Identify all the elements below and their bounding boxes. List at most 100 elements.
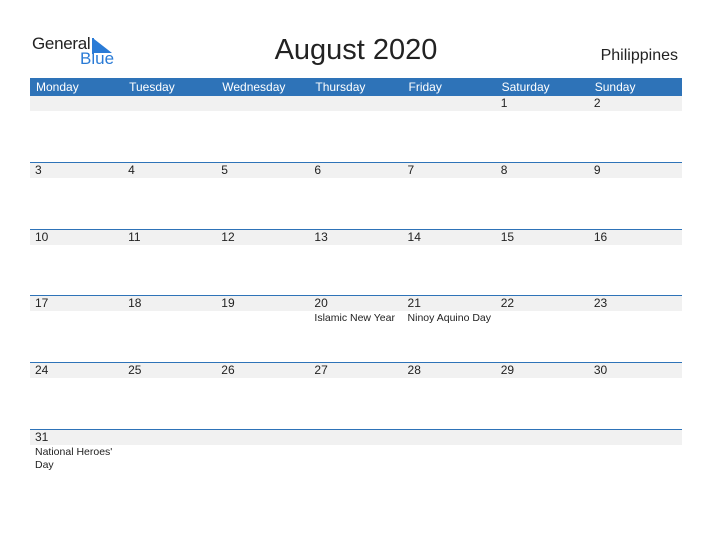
day-cell: 10 [30,230,123,296]
day-cell: 28 [403,363,496,429]
day-cell [123,430,216,496]
day-number [128,430,216,445]
day-cell: 27 [309,363,402,429]
holiday-label: Islamic New Year [314,312,395,324]
day-number: 27 [314,363,328,377]
day-number [594,430,682,445]
day-cell: 2 [589,96,682,162]
day-number [501,430,589,445]
day-number: 8 [500,163,508,177]
day-number: 2 [593,96,601,110]
day-number [128,96,216,111]
day-number: 14 [407,230,421,244]
day-number: 3 [35,163,42,177]
day-number [221,430,309,445]
day-number: 9 [593,163,601,177]
calendar-week: 12 [30,96,682,163]
day-cell: 11 [123,230,216,296]
day-number: 28 [407,363,421,377]
day-cell [216,96,309,162]
day-cell: 3 [30,163,123,229]
day-cell: 13 [309,230,402,296]
day-number: 25 [128,363,142,377]
weekday-tuesday: Tuesday [129,80,175,94]
weekday-sunday: Sunday [594,80,636,94]
day-number: 31 [35,430,49,444]
day-cell: 14 [403,230,496,296]
day-cell: 16 [589,230,682,296]
day-number: 20 [314,296,328,310]
day-number [314,430,402,445]
calendar-week: 31 National Heroes' Day [30,429,682,497]
day-cell [216,430,309,496]
day-number [408,430,496,445]
day-cell: 24 [30,363,123,429]
calendar-week: 24 25 26 27 28 29 30 [30,362,682,430]
weekday-header: Monday Tuesday Wednesday Thursday Friday Satu… [30,78,682,96]
day-cell [403,96,496,162]
day-cell: 30 [589,363,682,429]
day-cell: 15 [496,230,589,296]
day-cell: 18 [123,296,216,362]
day-cell: 19 [216,296,309,362]
day-number: 16 [593,230,608,244]
day-number: 19 [221,296,235,310]
day-number: 1 [500,96,508,110]
day-number [408,96,496,111]
weekday-thursday: Thursday [315,80,366,94]
day-cell: 25 [123,363,216,429]
day-number: 5 [221,163,228,177]
day-cell: 21 Ninoy Aquino Day [403,296,496,362]
calendar-week: 17 18 19 20 Islamic New Year 21 Ninoy Aquino D… [30,295,682,363]
day-number: 30 [593,363,608,377]
day-cell: 26 [216,363,309,429]
holiday-label: National Heroes' Day [35,446,113,471]
holiday-label: Ninoy Aquino Day [407,312,492,324]
day-cell [30,96,123,162]
day-number: 22 [500,296,515,310]
day-cell: 7 [403,163,496,229]
weekday-wednesday: Wednesday [222,80,286,94]
day-number: 6 [314,163,322,177]
day-number: 21 [407,296,421,310]
day-cell: 12 [216,230,309,296]
day-cell [309,430,402,496]
day-cell: 22 [496,296,589,362]
day-number: 7 [407,163,415,177]
calendar-week: 10 11 12 13 14 15 16 [30,229,682,297]
day-number: 10 [35,230,49,244]
day-number: 15 [500,230,515,244]
day-cell: 31 National Heroes' Day [30,430,123,496]
day-number [221,96,309,111]
day-cell [589,430,682,496]
day-cell: 8 [496,163,589,229]
day-number: 23 [593,296,608,310]
day-number: 17 [35,296,49,310]
day-cell [309,96,402,162]
calendar-week: 3 4 5 6 7 8 9 [30,162,682,230]
day-number: 24 [35,363,49,377]
weekday-saturday: Saturday [501,80,550,94]
day-cell: 20 Islamic New Year [309,296,402,362]
day-number: 13 [314,230,328,244]
day-number: 12 [221,230,235,244]
day-cell [123,96,216,162]
weekday-friday: Friday [408,80,442,94]
day-cell [496,430,589,496]
day-cell: 23 [589,296,682,362]
day-cell: 6 [309,163,402,229]
day-cell: 5 [216,163,309,229]
day-cell: 9 [589,163,682,229]
day-number: 18 [128,296,142,310]
day-cell: 29 [496,363,589,429]
day-cell: 17 [30,296,123,362]
day-cell [403,430,496,496]
weekday-monday: Monday [36,80,79,94]
day-cell: 4 [123,163,216,229]
day-number: 11 [128,230,141,244]
day-cell: 1 [496,96,589,162]
country-label: Philippines [600,47,678,64]
day-number [35,96,123,111]
day-number [314,96,402,111]
day-number: 26 [221,363,235,377]
